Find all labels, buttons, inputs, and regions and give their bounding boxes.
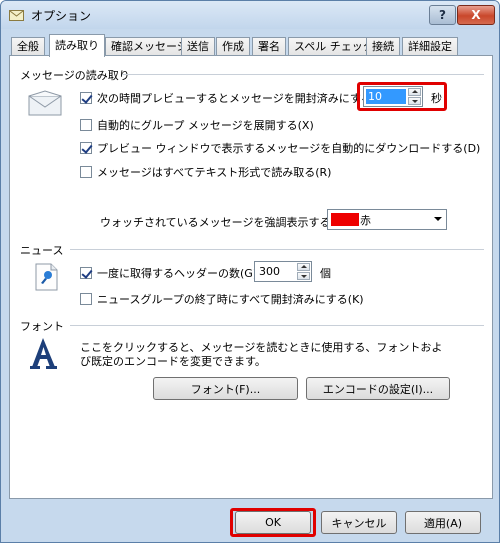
tab-send[interactable]: 送信 (181, 37, 215, 56)
highlight-color-dropdown[interactable]: 赤 (327, 209, 447, 230)
newsgroup-icon (35, 263, 58, 291)
apply-button[interactable]: 適用(A) (405, 511, 481, 534)
tab-compose[interactable]: 作成 (216, 37, 250, 56)
mark-all-read-checkbox[interactable] (80, 293, 92, 305)
headers-label: 一度に取得するヘッダーの数(G) (97, 267, 258, 280)
auto-download-option[interactable]: プレビュー ウィンドウで表示するメッセージを自動的にダウンロードする(D) (80, 140, 480, 156)
headers-unit: 個 (320, 267, 331, 280)
fonts-group-title: フォント (20, 320, 64, 333)
tab-general[interactable]: 全般 (11, 37, 45, 56)
seconds-spinner[interactable] (363, 86, 423, 107)
plain-text-checkbox[interactable] (80, 166, 92, 178)
mark-all-read-label: ニュースグループの終了時にすべて開封済みにする(K) (97, 293, 364, 306)
headers-input[interactable] (257, 264, 295, 279)
reading-separator (122, 74, 484, 75)
mark-read-checkbox[interactable] (80, 92, 92, 104)
help-button[interactable]: ? (429, 5, 456, 25)
tab-read[interactable]: 読み取り (49, 34, 105, 57)
plain-text-label: メッセージはすべてテキスト形式で読み取る(R) (97, 166, 332, 179)
highlight-label: ウォッチされているメッセージを強調表示する (100, 216, 331, 229)
options-window: オプション ? X 全般 読み取り 確認メッセージ 送信 作成 署名 スペル チ… (0, 0, 500, 543)
font-icon (30, 338, 57, 369)
tab-connection[interactable]: 接続 (366, 37, 400, 56)
envelope-icon (28, 90, 62, 116)
seconds-spin-buttons (408, 88, 421, 105)
read-tab-panel: メッセージの読み取り 次の時間プレビューするとメッセージを開封済みにする(M) … (9, 55, 493, 499)
news-group-title: ニュース (20, 244, 64, 257)
seconds-unit: 秒 (431, 92, 442, 105)
auto-download-checkbox[interactable] (80, 142, 92, 154)
seconds-up-arrow-icon[interactable] (408, 88, 421, 96)
auto-expand-label: 自動的にグループ メッセージを展開する(X) (97, 119, 314, 132)
auto-expand-option[interactable]: 自動的にグループ メッセージを展開する(X) (80, 117, 314, 133)
headers-option[interactable]: 一度に取得するヘッダーの数(G) (80, 265, 257, 281)
news-separator (70, 249, 484, 250)
font-button[interactable]: フォント(F)... (153, 377, 298, 400)
mark-read-option[interactable]: 次の時間プレビューするとメッセージを開封済みにする(M) (80, 90, 390, 106)
encoding-settings-button[interactable]: エンコードの設定(I)... (306, 377, 450, 400)
fonts-description-line2: び既定のエンコードを変更できます。 (80, 355, 266, 368)
fonts-separator (70, 325, 484, 326)
tab-strip: 全般 読み取り 確認メッセージ 送信 作成 署名 スペル チェック 接続 詳細設… (9, 34, 495, 57)
title-bar[interactable]: オプション ? X (1, 1, 499, 29)
headers-checkbox[interactable] (80, 267, 92, 279)
highlight-color-value: 赤 (360, 214, 371, 227)
headers-spin-buttons (297, 263, 310, 280)
close-button[interactable]: X (457, 5, 495, 25)
seconds-input[interactable] (366, 89, 406, 104)
color-swatch (331, 213, 359, 226)
window-title: オプション (31, 9, 92, 23)
mark-read-label: 次の時間プレビューするとメッセージを開封済みにする(M) (97, 92, 390, 105)
auto-download-label: プレビュー ウィンドウで表示するメッセージを自動的にダウンロードする(D) (97, 142, 481, 155)
tab-advanced[interactable]: 詳細設定 (402, 37, 458, 56)
auto-expand-checkbox[interactable] (80, 119, 92, 131)
headers-spinner[interactable] (254, 261, 312, 282)
cancel-button[interactable]: キャンセル (321, 511, 397, 534)
reading-group-title: メッセージの読み取り (20, 69, 130, 82)
ok-button[interactable]: OK (235, 511, 311, 534)
tab-signatures[interactable]: 署名 (252, 37, 286, 56)
headers-down-arrow-icon[interactable] (297, 272, 310, 280)
dropdown-arrow-icon (434, 217, 442, 221)
plain-text-option[interactable]: メッセージはすべてテキスト形式で読み取る(R) (80, 164, 331, 180)
headers-up-arrow-icon[interactable] (297, 263, 310, 271)
mark-all-read-option[interactable]: ニュースグループの終了時にすべて開封済みにする(K) (80, 291, 364, 307)
seconds-down-arrow-icon[interactable] (408, 97, 421, 105)
app-icon (9, 10, 24, 21)
